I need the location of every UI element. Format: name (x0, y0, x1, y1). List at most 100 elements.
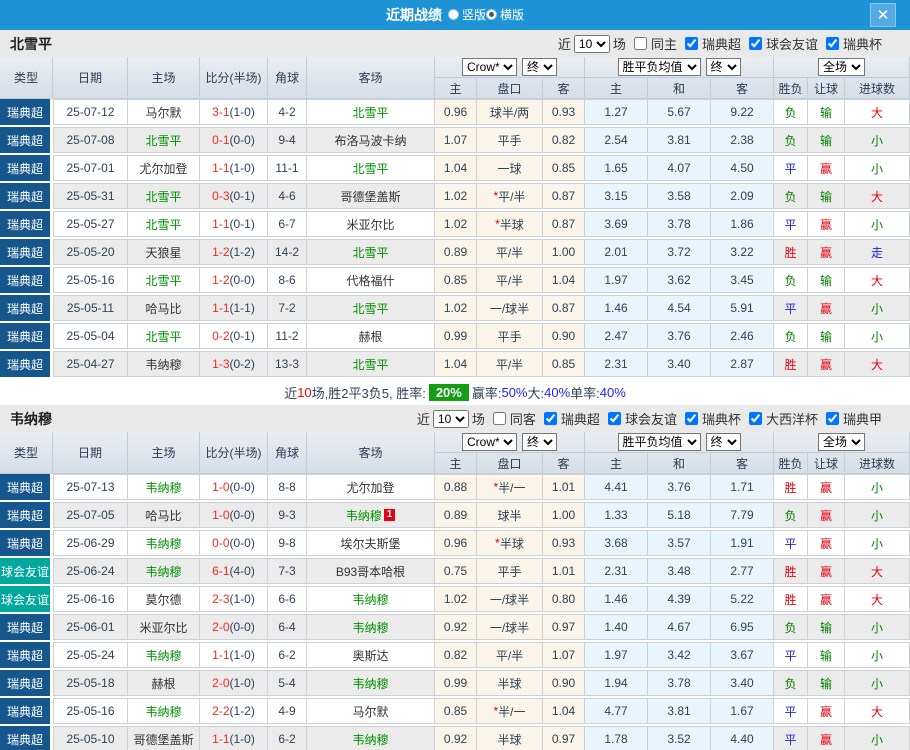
corner-cell: 7-3 (268, 558, 307, 584)
result-goals: 小 (845, 155, 910, 181)
odds-group: Crow* 终 (435, 432, 585, 453)
crow-home-odds: 0.92 (435, 726, 477, 750)
match-row: 瑞典超 25-05-20 天狼星 1-2 (1-2) 14-2 北雪平 0.89 平/半 1.00… (0, 239, 910, 265)
match-count-select[interactable]: 10 (573, 34, 610, 53)
same-venue-checkbox[interactable] (633, 37, 647, 50)
fulltime-score: 2-2 (212, 704, 230, 718)
league-cell: 瑞典超 (0, 239, 53, 265)
score-cell: 6-1 (4-0) (200, 558, 268, 584)
league-checkbox-4[interactable] (825, 412, 839, 425)
league-checkbox-2[interactable] (684, 412, 698, 425)
handicap-cell: 平/半 (477, 267, 543, 293)
avg-select[interactable]: 胜平负均值 (617, 433, 701, 451)
crow-home-odds: 0.96 (435, 530, 477, 556)
avg-home-odds: 4.77 (585, 698, 648, 724)
sub-handicap: 盘口 (477, 78, 543, 98)
date-cell: 25-06-24 (53, 558, 128, 584)
home-team-cell: 韦纳穆 (128, 530, 200, 556)
same-venue-checkbox[interactable] (492, 412, 506, 425)
score-cell: 1-2 (0-0) (200, 267, 268, 293)
team-name: 韦纳穆 (10, 410, 52, 427)
avg-draw-odds: 4.39 (648, 586, 711, 612)
league-checkbox-1[interactable] (748, 37, 762, 50)
near-label: 近 (557, 37, 571, 52)
corner-cell: 6-2 (268, 726, 307, 750)
score-cell: 1-1 (1-1) (200, 295, 268, 321)
team-label: 韦纳穆 (145, 704, 182, 719)
final-select[interactable]: 终 (522, 58, 557, 76)
result-handicap: 赢 (808, 295, 845, 321)
league-checkbox-3[interactable] (748, 412, 762, 425)
result-goals: 小 (845, 323, 910, 349)
avg-home-odds: 1.78 (585, 726, 648, 750)
red-card-badge: 1 (383, 509, 396, 521)
table-header: 类型 日期 主场 比分(半场) 角球 客场 Crow* 终 胜平负均值 终 全场… (0, 57, 910, 99)
avg-draw-odds: 3.42 (648, 642, 711, 668)
window-title: 近期战绩 (385, 7, 442, 23)
handicap-cell: 平/半 (477, 642, 543, 668)
crow-away-odds: 0.90 (543, 670, 585, 696)
avg-away-odds: 3.40 (711, 670, 774, 696)
result-handicap: 赢 (808, 586, 845, 612)
team-label: 赫根 (358, 329, 383, 344)
score-cell: 2-3 (1-0) (200, 586, 268, 612)
date-cell: 25-05-31 (53, 183, 128, 209)
home-team-cell: 莫尔德 (128, 586, 200, 612)
filter-bar: 近 10 场 同主 瑞典超 球会友谊 瑞典杯 (558, 34, 882, 53)
avg-away-odds: 2.09 (711, 183, 774, 209)
avg-select[interactable]: 胜平负均值 (617, 58, 701, 76)
team-label: 尤尔加登 (346, 480, 395, 495)
halftime-score: (1-0) (229, 105, 255, 119)
avg-away-odds: 1.71 (711, 474, 774, 500)
score-cell: 1-0 (0-0) (200, 502, 268, 528)
league-cell: 瑞典超 (0, 295, 53, 321)
result-handicap: 输 (808, 323, 845, 349)
league-checkbox-2[interactable] (825, 37, 839, 50)
crow-select[interactable]: Crow* (462, 58, 517, 76)
team-label: 北雪平 (352, 161, 389, 176)
layout-radio-0[interactable]: 竖版 (447, 6, 486, 23)
close-button[interactable]: ✕ (870, 3, 896, 27)
match-row: 瑞典超 25-05-24 韦纳穆 1-1 (1-0) 6-2 奥斯达 0.82 平/半 1.07 1… (0, 642, 910, 668)
full-select[interactable]: 全场 (818, 433, 865, 451)
crow-home-odds: 1.04 (435, 155, 477, 181)
result-goals: 小 (845, 502, 910, 528)
league-checkbox-1[interactable] (607, 412, 621, 425)
league-checkbox-0[interactable] (684, 37, 698, 50)
odds-group: Crow* 终 (435, 57, 585, 78)
crow-select[interactable]: Crow* (462, 433, 517, 451)
fulltime-score: 0-3 (212, 189, 230, 203)
handicap-cell: 平手 (477, 127, 543, 153)
sub-avg-draw: 和 (648, 453, 711, 473)
date-cell: 25-05-27 (53, 211, 128, 237)
home-team-cell: 马尔默 (128, 99, 200, 125)
match-count-select[interactable]: 10 (432, 409, 469, 428)
date-cell: 25-07-05 (53, 502, 128, 528)
avg-draw-odds: 3.57 (648, 530, 711, 556)
final-select[interactable]: 终 (522, 433, 557, 451)
handicap-label: 半球 (499, 217, 524, 232)
handicap-cell: * 平/半 (477, 183, 543, 209)
result-goals: 大 (845, 99, 910, 125)
handicap-cell: 一/球半 (477, 614, 543, 640)
away-team-cell: 米亚尔比 (307, 211, 435, 237)
sub-handicap: 盘口 (477, 453, 543, 473)
result-goals: 小 (845, 530, 910, 556)
team-label: 马尔默 (145, 105, 182, 120)
team-label: 米亚尔比 (139, 620, 188, 635)
final-select-2[interactable]: 终 (705, 433, 741, 451)
avg-away-odds: 1.86 (711, 211, 774, 237)
summary-part: 大: (527, 385, 545, 401)
avg-home-odds: 2.31 (585, 351, 648, 377)
full-select[interactable]: 全场 (818, 58, 865, 76)
final-select-2[interactable]: 终 (705, 58, 741, 76)
team-label: 天狼星 (145, 245, 182, 260)
avg-away-odds: 7.79 (711, 502, 774, 528)
radio-label: 横版 (500, 7, 525, 22)
result-wdl: 平 (774, 211, 808, 237)
team-label: B93哥本哈根 (335, 564, 406, 579)
date-cell: 25-05-20 (53, 239, 128, 265)
league-checkbox-0[interactable] (543, 412, 557, 425)
layout-radio-1[interactable]: 横版 (486, 6, 524, 23)
away-team-cell: 韦纳穆 (307, 586, 435, 612)
